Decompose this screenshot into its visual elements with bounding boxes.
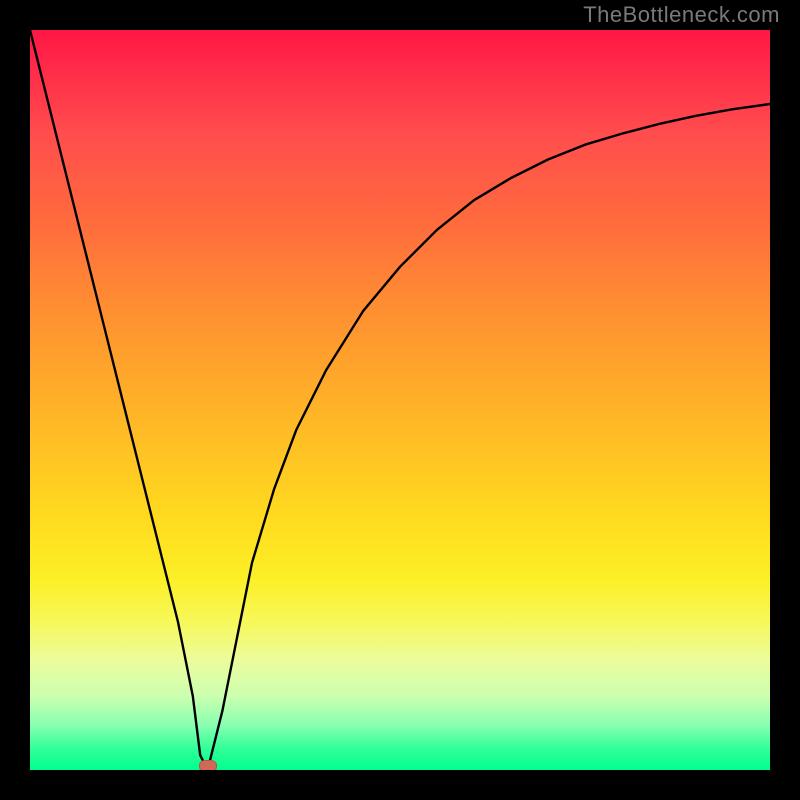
plot-area bbox=[30, 30, 770, 770]
optimal-point-marker bbox=[199, 760, 217, 770]
chart-frame: TheBottleneck.com bbox=[0, 0, 800, 800]
bottleneck-curve bbox=[30, 30, 770, 770]
watermark-text: TheBottleneck.com bbox=[583, 2, 780, 28]
